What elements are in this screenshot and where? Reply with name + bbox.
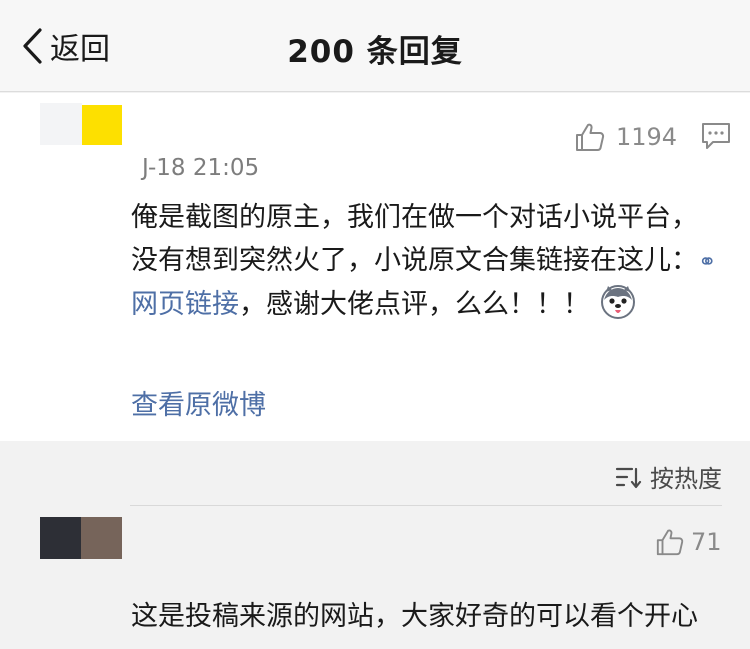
sort-icon: [615, 467, 642, 488]
post-text-part-1: 俺是截图的原主，我们在做一个对话小说平台，没有想到突然火了，小说原文合集链接在这…: [131, 202, 698, 276]
view-original-link[interactable]: 查看原微博: [131, 383, 266, 422]
navigation-bar: 返回 200 条回复: [0, 0, 750, 92]
sort-by-popularity-button[interactable]: 按热度: [614, 459, 722, 494]
husky-emoji-icon: [601, 284, 635, 319]
thumbs-up-icon: [576, 123, 605, 151]
reply-like-button[interactable]: 71: [655, 527, 722, 557]
web-link-label: 网页链接: [131, 289, 239, 320]
reply-like-count: 71: [691, 528, 722, 556]
post-like-button[interactable]: 1194: [574, 121, 677, 153]
divider: [130, 505, 722, 506]
link-icon: ⚭: [698, 249, 717, 275]
page-title: 200 条回复: [287, 34, 463, 70]
thumbs-up-icon: [656, 529, 684, 556]
comment-icon: [702, 123, 730, 149]
comment-button[interactable]: [701, 121, 731, 151]
sort-label: 按热度: [650, 465, 722, 493]
post-body: 俺是截图的原主，我们在做一个对话小说平台，没有想到突然火了，小说原文合集链接在这…: [131, 197, 721, 327]
original-post: 1194 J-18 21:05 俺是截图的原主，我们在做一个对话小说平台，没有想…: [0, 93, 750, 441]
post-text-part-2: ，感谢大佬点评，么么！！！: [239, 289, 590, 320]
post-like-count: 1194: [616, 123, 678, 151]
post-timestamp: J-18 21:05: [142, 155, 260, 181]
avatar[interactable]: [40, 103, 124, 145]
reply-avatar[interactable]: [40, 517, 122, 559]
reply-body: 这是投稿来源的网站，大家好奇的可以看个开心: [131, 601, 698, 632]
